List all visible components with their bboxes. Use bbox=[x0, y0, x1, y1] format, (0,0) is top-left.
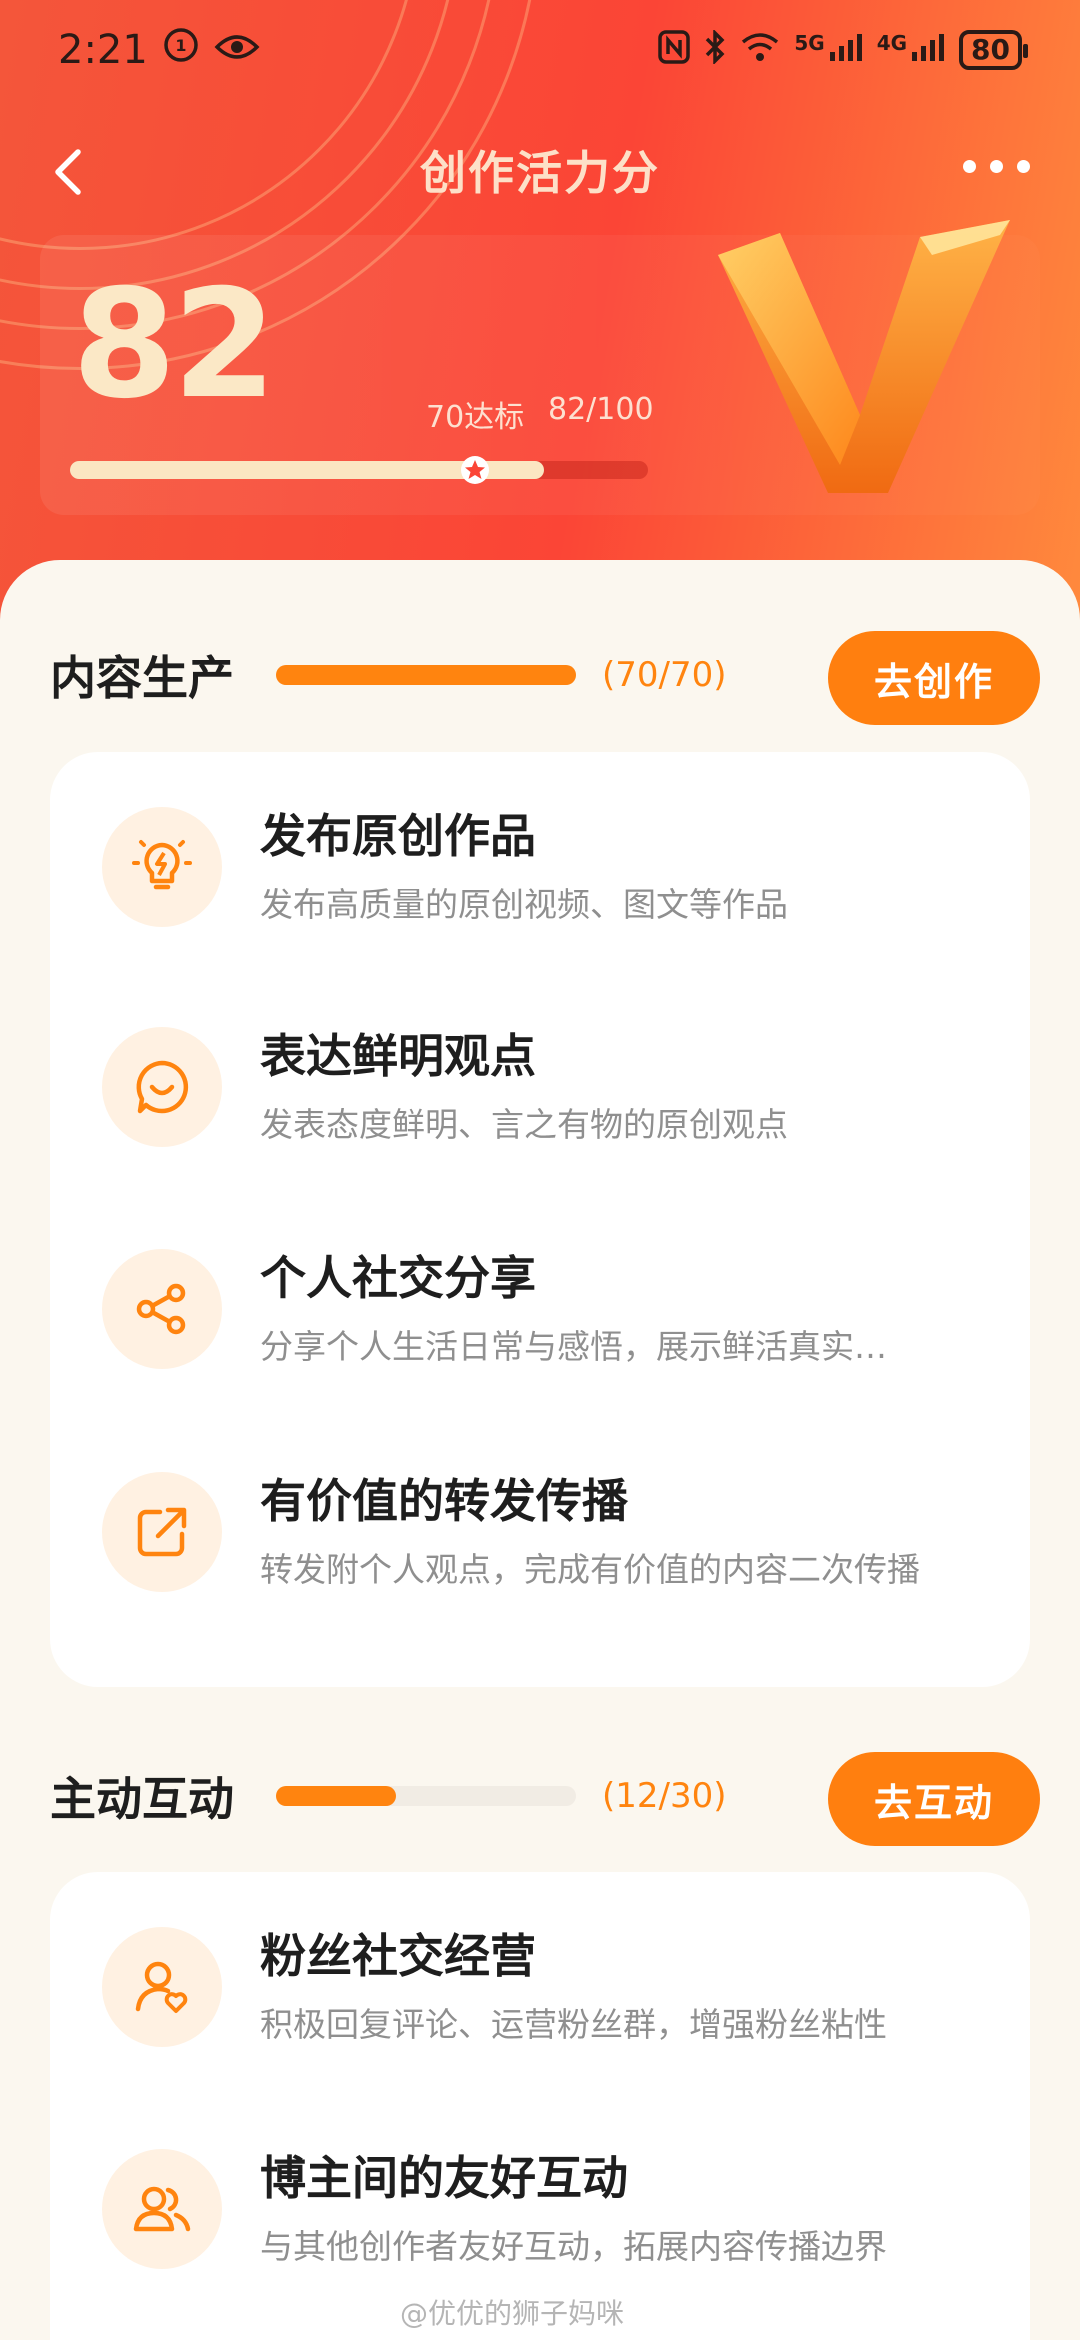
item-description: 发布高质量的原创视频、图文等作品 bbox=[260, 885, 788, 924]
section-title: 内容生产 bbox=[50, 651, 234, 705]
wifi-icon bbox=[740, 31, 780, 70]
item-title: 个人社交分享 bbox=[260, 1251, 536, 1305]
section-progress-count: (12/30) bbox=[602, 1776, 727, 1816]
signal-bars-icon bbox=[829, 32, 863, 69]
section-progress-fill bbox=[276, 1786, 396, 1806]
section-card-active-interaction: 粉丝社交经营 积极回复评论、运营粉丝群，增强粉丝粘性 博主间的友好互动 与其他创… bbox=[50, 1872, 1030, 2340]
go-interact-button[interactable]: 去互动 bbox=[828, 1752, 1040, 1846]
nfc-icon bbox=[658, 29, 691, 71]
battery-indicator: 80 bbox=[959, 30, 1028, 70]
forward-icon bbox=[102, 1472, 222, 1592]
list-item[interactable]: 粉丝社交经营 积极回复评论、运营粉丝群，增强粉丝粘性 bbox=[50, 1902, 1030, 2072]
battery-level: 80 bbox=[971, 33, 1010, 66]
item-description: 发表态度鲜明、言之有物的原创观点 bbox=[260, 1105, 788, 1144]
list-item[interactable]: 发布原创作品 发布高质量的原创视频、图文等作品 bbox=[50, 782, 1030, 952]
list-item[interactable]: 个人社交分享 分享个人生活日常与感悟，展示鲜活真实… bbox=[50, 1224, 1030, 1394]
bluetooth-icon bbox=[704, 28, 726, 71]
item-title: 博主间的友好互动 bbox=[260, 2151, 628, 2205]
score-target-label: 70达标 bbox=[426, 400, 525, 435]
back-button[interactable] bbox=[40, 142, 100, 202]
item-title: 粉丝社交经营 bbox=[260, 1929, 536, 1983]
page-title: 创作活力分 bbox=[420, 146, 660, 200]
section-header-content-production: 内容生产 (70/70) 去创作 bbox=[50, 625, 1040, 725]
more-dot bbox=[1017, 160, 1030, 173]
v-badge-logo bbox=[710, 215, 1020, 500]
more-options-button[interactable] bbox=[963, 160, 1030, 173]
nav-bar: 创作活力分 bbox=[0, 120, 1080, 220]
go-create-button[interactable]: 去创作 bbox=[828, 631, 1040, 725]
share-icon bbox=[102, 1249, 222, 1369]
section-title: 主动互动 bbox=[50, 1772, 234, 1826]
status-time: 2:21 bbox=[58, 27, 148, 73]
smile-chat-icon bbox=[102, 1027, 222, 1147]
signal-4g-label: 4G bbox=[876, 31, 908, 55]
more-dot bbox=[990, 160, 1003, 173]
score-progress-bar bbox=[70, 456, 648, 484]
score-value: 82 bbox=[72, 258, 277, 432]
section-header-active-interaction: 主动互动 (12/30) 去互动 bbox=[50, 1746, 1040, 1846]
section-progress-bar bbox=[276, 1786, 576, 1806]
chevron-left-icon bbox=[55, 149, 81, 195]
target-star-icon bbox=[460, 455, 490, 485]
notification-badge-icon: 1 bbox=[162, 26, 200, 74]
list-item[interactable]: 表达鲜明观点 发表态度鲜明、言之有物的原创观点 bbox=[50, 1002, 1030, 1172]
section-card-content-production: 发布原创作品 发布高质量的原创视频、图文等作品 表达鲜明观点 发表态度鲜明、言之… bbox=[50, 752, 1030, 1687]
list-item[interactable]: 博主间的友好互动 与其他创作者友好互动，拓展内容传播边界 bbox=[50, 2124, 1030, 2294]
users-icon bbox=[102, 2149, 222, 2269]
lightbulb-icon bbox=[102, 807, 222, 927]
item-description: 转发附个人观点，完成有价值的内容二次传播 bbox=[260, 1550, 920, 1589]
watermark: @优优的狮子妈咪 bbox=[400, 2297, 625, 2330]
item-description: 分享个人生活日常与感悟，展示鲜活真实… bbox=[260, 1327, 887, 1366]
svg-text:1: 1 bbox=[175, 36, 186, 55]
more-dot bbox=[963, 160, 976, 173]
signal-5g-label: 5G bbox=[794, 31, 825, 55]
section-progress-fill bbox=[276, 665, 576, 685]
eye-icon bbox=[214, 27, 260, 73]
item-description: 与其他创作者友好互动，拓展内容传播边界 bbox=[260, 2227, 887, 2266]
status-bar: 2:21 1 5G 4G 80 bbox=[0, 0, 1080, 100]
item-title: 发布原创作品 bbox=[260, 809, 536, 863]
user-heart-icon bbox=[102, 1927, 222, 2047]
section-progress-bar bbox=[276, 665, 576, 685]
item-title: 表达鲜明观点 bbox=[260, 1029, 536, 1083]
section-progress-count: (70/70) bbox=[602, 655, 727, 695]
list-item[interactable]: 有价值的转发传播 转发附个人观点，完成有价值的内容二次传播 bbox=[50, 1447, 1030, 1617]
signal-bars-icon bbox=[911, 32, 945, 69]
item-title: 有价值的转发传播 bbox=[260, 1474, 628, 1528]
item-description: 积极回复评论、运营粉丝群，增强粉丝粘性 bbox=[260, 2005, 887, 2044]
score-ratio-label: 82/100 bbox=[548, 392, 654, 427]
